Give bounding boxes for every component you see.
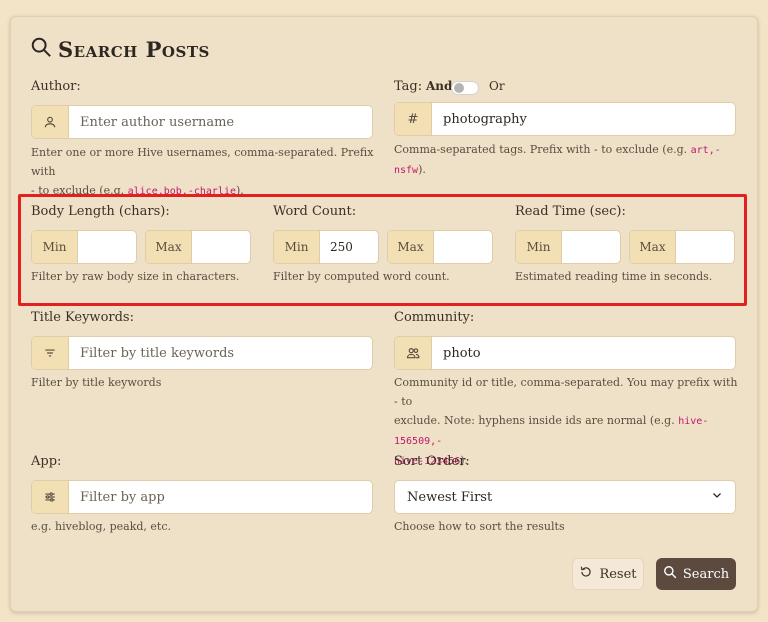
app-label: App:: [31, 454, 62, 469]
tag-and-label: And: [426, 79, 453, 93]
body-length-help: Filter by raw body size in characters.: [31, 270, 240, 283]
user-icon: [32, 106, 69, 138]
chevron-down-icon: [711, 489, 723, 505]
search-icon: [663, 565, 677, 583]
tag-label: Tag:: [394, 79, 423, 94]
body-length-max-field[interactable]: Max: [145, 230, 251, 264]
title-keywords-help: Filter by title keywords: [31, 376, 162, 389]
body-length-range: Min Max: [31, 230, 251, 264]
tag-help: Comma-separated tags. Prefix with - to e…: [394, 143, 721, 176]
body-length-min-field[interactable]: Min: [31, 230, 137, 264]
title-keywords-label: Title Keywords:: [31, 310, 134, 325]
sort-order-label: Sort Order:: [394, 454, 470, 469]
read-time-help: Estimated reading time in seconds.: [515, 270, 713, 283]
sort-order-help: Choose how to sort the results: [394, 520, 565, 533]
read-time-label: Read Time (sec):: [515, 204, 626, 219]
tag-input[interactable]: photography: [432, 103, 735, 135]
reset-icon: [579, 565, 593, 583]
app-input[interactable]: Filter by app: [69, 481, 372, 513]
search-icon: [30, 36, 52, 63]
reset-button[interactable]: Reset: [572, 558, 644, 590]
search-button[interactable]: Search: [656, 558, 736, 590]
app-help: e.g. hiveblog, peakd, etc.: [31, 520, 171, 533]
read-time-max-field[interactable]: Max: [629, 230, 735, 264]
users-icon: [395, 337, 432, 369]
author-input-group: Enter author username: [31, 105, 373, 139]
hash-icon: #: [395, 103, 432, 135]
tag-or-label: Or: [489, 79, 505, 93]
sliders-icon: [32, 481, 69, 513]
page-title: Search Posts: [30, 36, 210, 63]
author-input[interactable]: Enter author username: [69, 106, 372, 138]
word-count-max-field[interactable]: Max: [387, 230, 493, 264]
app-input-group: Filter by app: [31, 480, 373, 514]
body-length-label: Body Length (chars):: [31, 204, 170, 219]
word-count-min-field[interactable]: Min 250: [273, 230, 379, 264]
author-help: Enter one or more Hive usernames, comma-…: [31, 146, 374, 197]
tag-mode-toggle[interactable]: [451, 81, 479, 95]
tag-input-group: # photography: [394, 102, 736, 136]
word-count-label: Word Count:: [273, 204, 357, 219]
read-time-range: Min Max: [515, 230, 735, 264]
filter-lines-icon: [32, 337, 69, 369]
community-input-group: photo: [394, 336, 736, 370]
sort-order-select[interactable]: Newest First: [394, 480, 736, 514]
read-time-min-field[interactable]: Min: [515, 230, 621, 264]
word-count-range: Min 250 Max: [273, 230, 493, 264]
author-label: Author:: [31, 79, 81, 94]
word-count-help: Filter by computed word count.: [273, 270, 450, 283]
title-keywords-input-group: Filter by title keywords: [31, 336, 373, 370]
community-label: Community:: [394, 310, 475, 325]
title-keywords-input[interactable]: Filter by title keywords: [69, 337, 372, 369]
community-input[interactable]: photo: [432, 337, 735, 369]
